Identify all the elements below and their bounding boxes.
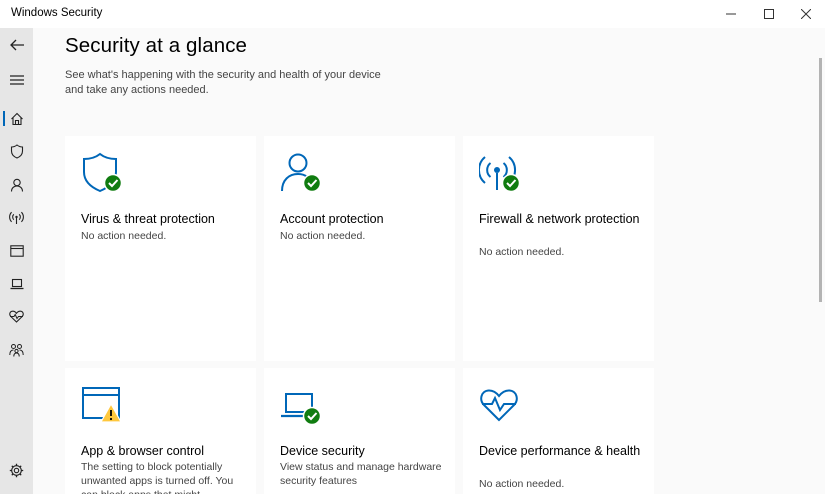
card-status: No action needed. (280, 230, 366, 242)
title-bar: Windows Security (0, 0, 825, 28)
sidebar-item-family[interactable] (0, 333, 33, 366)
check-badge-icon (302, 406, 322, 426)
back-button[interactable] (0, 28, 33, 61)
card-account-protection[interactable]: Account protection No action needed. (264, 136, 455, 361)
laptop-icon (10, 278, 23, 289)
card-firewall-network-protection[interactable]: Firewall & network protection No action … (463, 136, 654, 361)
card-status: No action needed. (81, 230, 167, 242)
gear-icon (9, 463, 24, 478)
heart-pulse-icon (480, 389, 518, 422)
close-icon (801, 9, 811, 19)
main-content: Security at a glance See what's happenin… (33, 28, 825, 494)
card-heading: Account protection (280, 212, 384, 226)
check-badge-icon (103, 173, 123, 193)
home-icon (10, 112, 23, 125)
vertical-scrollbar[interactable] (819, 58, 822, 302)
browser-window-icon (9, 244, 24, 257)
sidebar-item-app-browser[interactable] (0, 234, 33, 267)
sidebar-item-device-health[interactable] (0, 300, 33, 333)
card-heading: Device security (280, 444, 365, 458)
check-badge-icon (302, 173, 322, 193)
hamburger-icon (9, 74, 24, 85)
menu-button[interactable] (0, 63, 33, 96)
wifi-icon (9, 211, 24, 224)
card-heading: Virus & threat protection (81, 212, 215, 226)
card-status: No action needed. (479, 246, 565, 258)
close-button[interactable] (787, 0, 825, 28)
card-heading: Device performance & health (479, 444, 641, 458)
maximize-icon (764, 9, 774, 19)
card-heading: Firewall & network protection (479, 212, 640, 226)
person-icon (281, 153, 322, 193)
wifi-icon (479, 156, 521, 193)
shield-icon (83, 152, 123, 193)
settings-button[interactable] (0, 454, 33, 487)
card-status: View status and manage hardware security… (280, 461, 442, 487)
card-app-browser-control[interactable]: App & browser control The setting to blo… (65, 368, 256, 494)
sidebar-item-firewall[interactable] (0, 201, 33, 234)
minimize-icon (726, 13, 736, 15)
person-icon (10, 178, 23, 192)
shield-icon (10, 144, 23, 159)
window-title: Windows Security (11, 7, 103, 19)
maximize-button[interactable] (750, 0, 788, 28)
card-device-performance-health[interactable]: Device performance & health No action ne… (463, 368, 654, 494)
sidebar-item-device-security[interactable] (0, 267, 33, 300)
minimize-button[interactable] (712, 0, 750, 28)
sidebar-item-account[interactable] (0, 168, 33, 201)
sidebar-item-home[interactable] (0, 102, 33, 135)
browser-window-icon (82, 387, 123, 423)
card-heading: App & browser control (81, 444, 204, 458)
back-arrow-icon (9, 39, 24, 50)
sidebar-item-virus[interactable] (0, 135, 33, 168)
card-status: The setting to block potentially unwante… (81, 461, 234, 494)
page-title: Security at a glance (65, 34, 248, 57)
family-icon (9, 343, 24, 357)
card-device-security[interactable]: Device security View status and manage h… (264, 368, 455, 494)
check-badge-icon (501, 173, 521, 193)
page-subtitle: See what's happening with the security a… (65, 69, 381, 96)
heart-pulse-icon (9, 310, 24, 323)
card-virus-threat-protection[interactable]: Virus & threat protection No action need… (65, 136, 256, 361)
card-status: No action needed. (479, 478, 565, 490)
sidebar (0, 28, 33, 494)
laptop-icon (281, 393, 322, 426)
